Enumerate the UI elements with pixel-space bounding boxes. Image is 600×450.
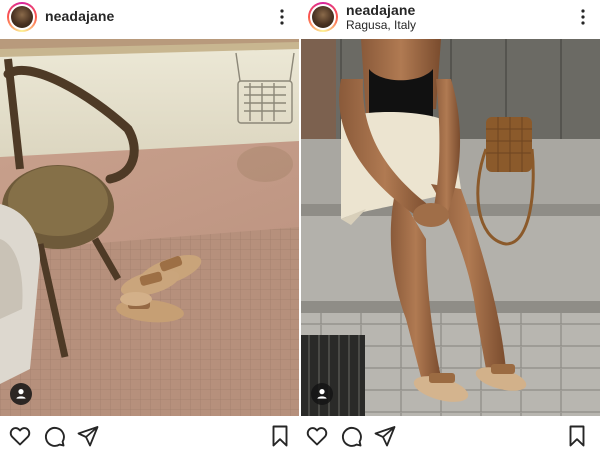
location-link[interactable]: Ragusa, Italy (346, 18, 416, 32)
heart-icon[interactable] (8, 424, 32, 448)
action-bar (301, 420, 600, 450)
heart-icon[interactable] (305, 424, 329, 448)
post-2: neadajane Ragusa, Italy (301, 0, 600, 450)
street-steps-image (301, 39, 600, 416)
bookmark-icon[interactable] (565, 424, 589, 448)
post-photo[interactable] (0, 39, 299, 416)
send-icon[interactable] (373, 424, 397, 448)
user-tag-icon[interactable] (10, 383, 32, 405)
post-header: neadajane (0, 0, 299, 38)
username[interactable]: neadajane (45, 8, 114, 24)
avatar[interactable] (308, 2, 338, 32)
send-icon[interactable] (76, 424, 100, 448)
post-photo[interactable] (301, 39, 600, 416)
action-bar (0, 420, 299, 450)
bookmark-icon[interactable] (268, 424, 292, 448)
comment-icon[interactable] (42, 424, 66, 448)
user-tag-icon[interactable] (311, 383, 333, 405)
username[interactable]: neadajane (346, 2, 415, 18)
bathroom-scene-image (0, 39, 299, 416)
comment-icon[interactable] (339, 424, 363, 448)
more-vertical-icon[interactable] (580, 8, 586, 26)
avatar[interactable] (7, 2, 37, 32)
feed: neadajane neadajane Ragusa, Italy (0, 0, 600, 450)
post-1: neadajane (0, 0, 299, 450)
post-header: neadajane Ragusa, Italy (301, 0, 600, 38)
more-vertical-icon[interactable] (279, 8, 285, 26)
